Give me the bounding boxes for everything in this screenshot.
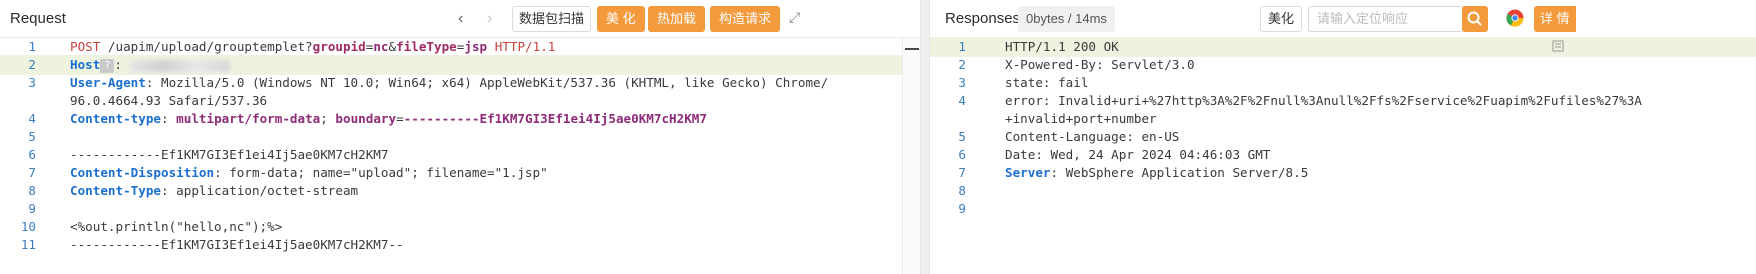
request-line[interactable]: 2 Host?:	[0, 55, 920, 75]
line-number: 7	[958, 165, 966, 180]
response-line[interactable]: 4 error: Invalid+uri+%27http%3A%2F%2Fnull…	[930, 91, 1756, 111]
line-number: 4	[28, 111, 36, 126]
pane-divider[interactable]	[920, 0, 930, 274]
response-beautify-button[interactable]: 美化	[1260, 6, 1303, 32]
scroll-thumb[interactable]	[905, 48, 919, 50]
line-number: 4	[958, 93, 966, 108]
response-line[interactable]: 6 Date: Wed, 24 Apr 2024 04:46:03 GMT	[930, 145, 1756, 165]
line-code: ------------Ef1KM7GI3Ef1ei4Ij5ae0KM7cH2K…	[70, 147, 389, 162]
line-code: Date: Wed, 24 Apr 2024 04:46:03 GMT	[1005, 147, 1271, 162]
line-code: ------------Ef1KM7GI3Ef1ei4Ij5ae0KM7cH2K…	[70, 237, 404, 252]
line-number: 10	[20, 219, 36, 234]
line-number: 9	[958, 201, 966, 216]
request-line[interactable]: 5	[0, 127, 920, 147]
response-line[interactable]: 9	[930, 199, 1756, 219]
line-number: 8	[28, 183, 36, 198]
response-line[interactable]: 3 state: fail	[930, 73, 1756, 93]
line-code: X-Powered-By: Servlet/3.0	[1005, 57, 1195, 72]
line-number: 5	[958, 129, 966, 144]
response-line[interactable]: +invalid+port+number	[930, 109, 1756, 129]
response-line[interactable]: 8	[930, 181, 1756, 201]
response-header: Responses 0bytes / 14ms 美化 请输入定位响应 详 情	[930, 0, 1756, 38]
line-code: Server: WebSphere Application Server/8.5	[1005, 165, 1309, 180]
build-request-button[interactable]: 构造请求	[710, 6, 781, 32]
line-code: +invalid+port+number	[1005, 111, 1157, 126]
packet-scan-button[interactable]: 数据包扫描	[512, 6, 592, 32]
line-code: error: Invalid+uri+%27http%3A%2F%2Fnull%…	[1005, 93, 1642, 108]
response-line[interactable]: 1 HTTP/1.1 200 OK	[930, 37, 1756, 57]
response-line[interactable]: 5 Content-Language: en-US	[930, 127, 1756, 147]
line-number: 1	[28, 39, 36, 54]
request-line[interactable]: 96.0.4664.93 Safari/537.36	[0, 91, 920, 111]
request-line[interactable]: 10 <%out.println("hello,nc");%>	[0, 217, 920, 237]
locate-response-input[interactable]: 请输入定位响应	[1308, 6, 1464, 32]
line-code: 96.0.4664.93 Safari/537.36	[70, 93, 268, 108]
line-code: Content-Type: application/octet-stream	[70, 183, 359, 198]
request-pane: Request ‹ › 数据包扫描 美 化 热加载 构造请求 ⤢ 1 POST /…	[0, 0, 920, 274]
line-number: 3	[28, 75, 36, 90]
line-code: Host?:	[70, 55, 230, 75]
line-code: User-Agent: Mozilla/5.0 (Windows NT 10.0…	[70, 75, 829, 90]
chrome-icon[interactable]	[1506, 9, 1524, 27]
response-pane: Responses 0bytes / 14ms 美化 请输入定位响应 详 情 1…	[930, 0, 1756, 274]
request-title: Request	[10, 10, 66, 27]
response-line[interactable]: 7 Server: WebSphere Application Server/8.…	[930, 163, 1756, 183]
request-scrollbar[interactable]	[902, 38, 920, 274]
request-line[interactable]: 9	[0, 199, 920, 219]
line-code: Content-Language: en-US	[1005, 129, 1180, 144]
line-number: 1	[958, 39, 966, 54]
redacted-host	[129, 59, 230, 72]
response-line[interactable]: 2 X-Powered-By: Servlet/3.0	[930, 55, 1756, 75]
request-line[interactable]: 8 Content-Type: application/octet-stream	[0, 181, 920, 201]
expand-icon[interactable]: ⤢	[789, 9, 807, 27]
request-header: Request ‹ › 数据包扫描 美 化 热加载 构造请求 ⤢	[0, 0, 920, 38]
line-number: 3	[958, 75, 966, 90]
line-number: 6	[958, 147, 966, 162]
line-code: POST /uapim/upload/grouptemplet?groupid=…	[70, 39, 556, 54]
line-number: 6	[28, 147, 36, 162]
line-number: 8	[958, 183, 966, 198]
line-code: HTTP/1.1 200 OK	[1005, 39, 1119, 54]
line-code: Content-type: multipart/form-data; bound…	[70, 111, 707, 126]
beautify-button[interactable]: 美 化	[597, 6, 645, 32]
hot-load-button[interactable]: 热加载	[648, 6, 706, 32]
nav-forward-icon[interactable]: ›	[487, 9, 492, 29]
request-line[interactable]: 7 Content-Disposition: form-data; name="u…	[0, 163, 920, 183]
wrap-toggle-icon[interactable]	[1552, 40, 1566, 54]
line-number: 7	[28, 165, 36, 180]
line-number: 2	[28, 57, 36, 72]
request-editor[interactable]: 1 POST /uapim/upload/grouptemplet?groupid…	[0, 38, 920, 274]
request-line[interactable]: 1 POST /uapim/upload/grouptemplet?groupid…	[0, 37, 920, 57]
line-number: 9	[28, 201, 36, 216]
help-icon[interactable]: ?	[100, 58, 115, 73]
status-badge: 0bytes / 14ms	[1018, 6, 1115, 32]
line-number: 2	[958, 57, 966, 72]
line-number: 5	[28, 129, 36, 144]
response-title: Responses	[945, 10, 1021, 27]
request-line[interactable]: 11 ------------Ef1KM7GI3Ef1ei4Ij5ae0KM7cH…	[0, 235, 920, 255]
request-line[interactable]: 4 Content-type: multipart/form-data; boun…	[0, 109, 920, 129]
line-code: state: fail	[1005, 75, 1089, 90]
line-code: <%out.println("hello,nc");%>	[70, 219, 283, 234]
detail-button[interactable]: 详 情	[1534, 6, 1576, 32]
search-icon[interactable]	[1462, 6, 1488, 32]
request-line[interactable]: 3 User-Agent: Mozilla/5.0 (Windows NT 10.…	[0, 73, 920, 93]
request-line[interactable]: 6 ------------Ef1KM7GI3Ef1ei4Ij5ae0KM7cH2…	[0, 145, 920, 165]
nav-back-icon[interactable]: ‹	[458, 9, 463, 29]
line-code: Content-Disposition: form-data; name="up…	[70, 165, 548, 180]
response-editor[interactable]: 1 HTTP/1.1 200 OK 2 X-Powered-By: Servlet/3…	[930, 37, 1756, 274]
line-number: 11	[20, 237, 36, 252]
